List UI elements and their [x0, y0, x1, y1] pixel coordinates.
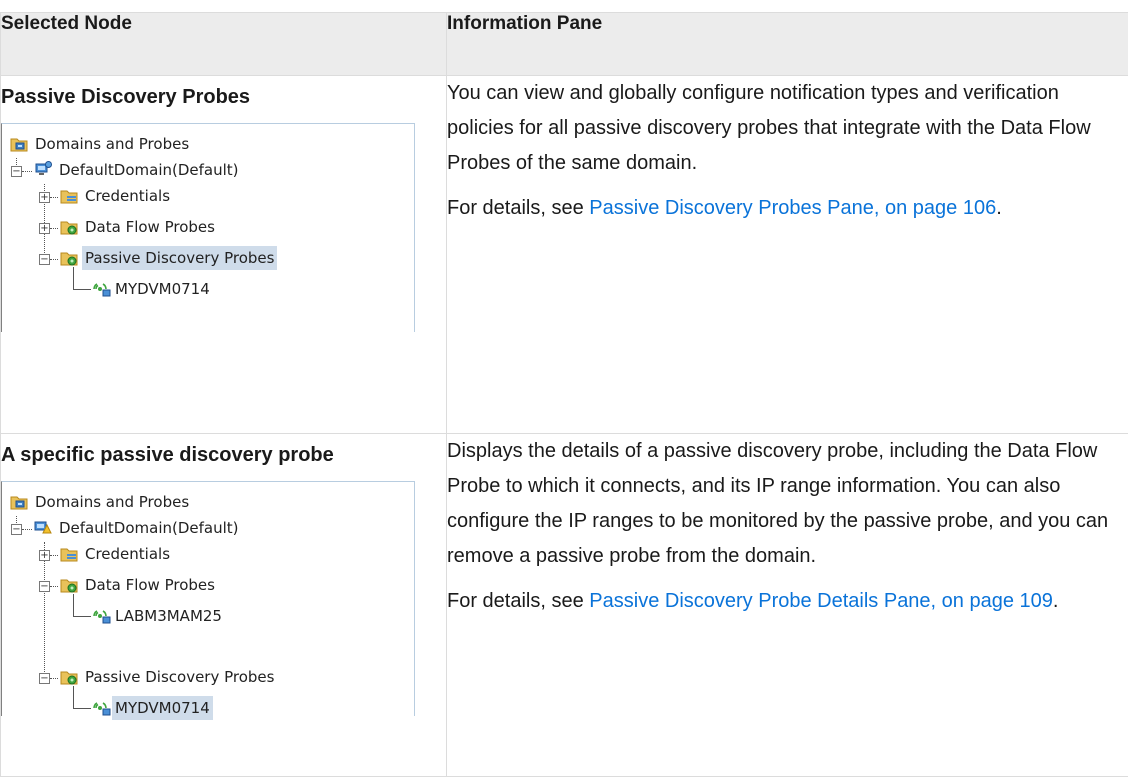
tree-screenshot: Domains and Probes − DefaultDomain(Defau… [1, 481, 415, 716]
tree-label: Domains and Probes [32, 490, 192, 514]
tree-label: Credentials [82, 542, 173, 566]
probe-folder-icon [60, 219, 78, 235]
header-information-pane: Information Pane [447, 13, 1128, 76]
description-text: You can view and globally configure noti… [447, 76, 1128, 181]
selected-node-cell: A specific passive discovery probe Domai… [1, 434, 447, 777]
header-selected-node: Selected Node [1, 13, 447, 76]
probe-folder-icon [60, 250, 78, 266]
computer-warning-icon [34, 519, 52, 535]
tree-label: Domains and Probes [32, 132, 192, 156]
tree-item-passive-probes[interactable]: Passive Discovery Probes [60, 665, 414, 689]
domain-folder-icon [10, 136, 28, 152]
tree-label-selected: Passive Discovery Probes [82, 246, 277, 270]
credentials-folder-icon [60, 188, 78, 204]
collapse-icon[interactable]: − [39, 254, 50, 265]
table-header-row: Selected Node Information Pane [1, 13, 1128, 76]
description-text: Displays the details of a passive discov… [447, 434, 1128, 574]
tree-label: DefaultDomain(Default) [56, 516, 242, 540]
node-title: A specific passive discovery probe [1, 438, 446, 473]
collapse-icon[interactable]: − [39, 673, 50, 684]
details-suffix: . [1053, 590, 1059, 612]
computer-icon [34, 161, 52, 177]
information-pane-cell: Displays the details of a passive discov… [447, 434, 1128, 777]
expand-icon[interactable]: + [39, 223, 50, 234]
credentials-folder-icon [60, 546, 78, 562]
collapse-icon[interactable]: − [39, 581, 50, 592]
details-text: For details, see Passive Discovery Probe… [447, 191, 1128, 226]
passive-discovery-probes-pane-link[interactable]: Passive Discovery Probes Pane, on page 1… [589, 197, 996, 219]
passive-discovery-probe-details-pane-link[interactable]: Passive Discovery Probe Details Pane, on… [589, 590, 1053, 612]
expand-icon[interactable]: + [39, 550, 50, 561]
collapse-icon[interactable]: − [11, 166, 22, 177]
selected-node-cell: Passive Discovery Probes Domains and Pro… [1, 76, 447, 434]
tree-label: Passive Discovery Probes [82, 665, 277, 689]
collapse-icon[interactable]: − [11, 524, 22, 535]
tree-label: Data Flow Probes [82, 573, 218, 597]
probe-folder-icon [60, 669, 78, 685]
expand-icon[interactable]: + [39, 192, 50, 203]
details-prefix: For details, see [447, 197, 589, 219]
probe-folder-icon [60, 577, 78, 593]
tree-label: DefaultDomain(Default) [56, 158, 242, 182]
tree-label: Data Flow Probes [82, 215, 218, 239]
table-row: A specific passive discovery probe Domai… [1, 434, 1128, 777]
details-suffix: . [996, 197, 1002, 219]
details-text: For details, see Passive Discovery Probe… [447, 584, 1128, 619]
tree-screenshot: Domains and Probes − DefaultDomain(Defau… [1, 123, 415, 332]
passive-probe-icon [92, 281, 112, 297]
table-row: Passive Discovery Probes Domains and Pro… [1, 76, 1128, 434]
tree-label-selected: MYDVM0714 [112, 696, 213, 720]
node-title: Passive Discovery Probes [1, 80, 446, 115]
tree-label: MYDVM0714 [112, 277, 213, 301]
information-table: Selected Node Information Pane Passive D… [0, 12, 1128, 777]
domain-folder-icon [10, 494, 28, 510]
passive-probe-icon [92, 700, 112, 716]
data-flow-probe-icon [92, 608, 112, 624]
tree-label: Credentials [82, 184, 173, 208]
details-prefix: For details, see [447, 590, 589, 612]
tree-label: LABM3MAM25 [112, 604, 225, 628]
information-pane-cell: You can view and globally configure noti… [447, 76, 1128, 434]
